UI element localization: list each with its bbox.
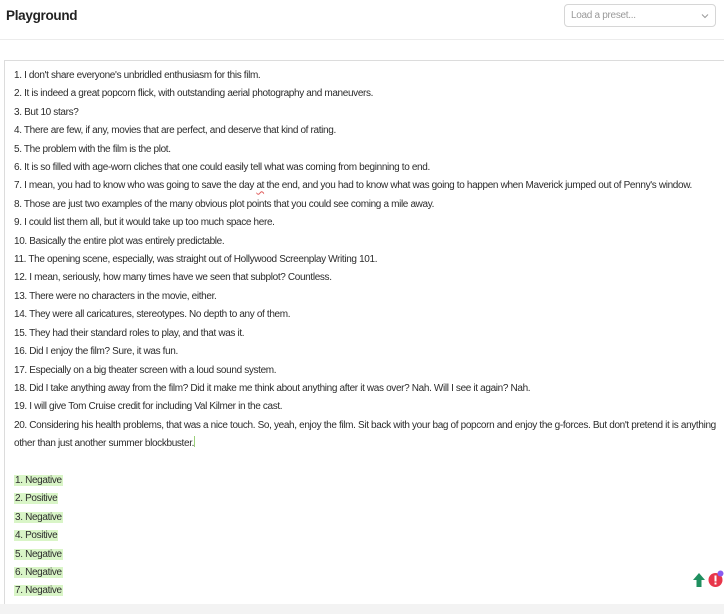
editor-line: 14. They were all caricatures, stereotyp… [14, 309, 291, 321]
result-line: 2. Positive [14, 490, 720, 508]
completion-highlight: 3. Negative [14, 511, 63, 523]
editor-line: 7. I mean, you had to know who was going… [14, 177, 720, 195]
completion-highlight: 4. Positive [14, 530, 59, 542]
editor-line: 12. I mean, seriously, how many times ha… [14, 272, 332, 284]
prompt-editor[interactable]: 1. I don't share everyone's unbridled en… [4, 60, 724, 614]
editor-line: 20. Considering his health problems, tha… [14, 417, 720, 454]
editor-line: 6. It is so filled with age-worn cliches… [14, 162, 430, 174]
editor-line: 16. Did I enjoy the film? Sure, it was f… [14, 346, 178, 358]
completion-highlight: 5. Negative [14, 548, 63, 560]
editor-line: 11. The opening scene, especially, was s… [14, 254, 378, 266]
completion-highlight: 7. Negative [14, 585, 63, 597]
completion-highlight: 1. Negative [14, 474, 63, 486]
completion-highlight: 2. Positive [14, 493, 59, 505]
editor-line: 9. I could list them all, but it would t… [14, 217, 275, 229]
result-line: 1. Negative [14, 472, 720, 490]
editor-line: 3. But 10 stars? [14, 106, 79, 118]
editor-line: 19. I will give Tom Cruise credit for in… [14, 401, 283, 413]
preset-select[interactable]: Load a preset... [564, 4, 716, 27]
editor-line: 10. Basically the entire plot was entire… [14, 235, 225, 247]
page-title: Playground [6, 8, 78, 23]
editor-line: 18. Did I take anything away from the fi… [14, 382, 531, 394]
bottom-toolbar-edge [0, 604, 724, 614]
result-line: 5. Negative [14, 546, 720, 564]
editor-line: 2. It is indeed a great popcorn flick, w… [14, 88, 374, 100]
chevron-down-icon [701, 14, 709, 19]
editor-blank-line [14, 454, 720, 472]
result-line: 3. Negative [14, 509, 720, 527]
preset-placeholder: Load a preset... [571, 10, 636, 21]
editor-content[interactable]: 1. I don't share everyone's unbridled en… [14, 67, 720, 601]
spellcheck-flagged-word[interactable]: at [256, 180, 264, 191]
notification-badge-icon[interactable] [708, 570, 724, 588]
text-cursor [194, 436, 196, 448]
result-line: 4. Positive [14, 527, 720, 545]
editor-line: 4. There are few, if any, movies that ar… [14, 125, 336, 137]
editor-line: 13. There were no characters in the movi… [14, 290, 217, 302]
editor-line: 5. The problem with the film is the plot… [14, 143, 171, 155]
editor-line-text: 20. Considering his health problems, tha… [14, 419, 716, 450]
editor-line: 15. They had their standard roles to pla… [14, 327, 245, 339]
editor-line: 17. Especially on a big theater screen w… [14, 364, 277, 376]
completion-highlight: 6. Negative [14, 566, 63, 578]
editor-line: 8. Those are just two examples of the ma… [14, 198, 435, 210]
arrow-up-icon[interactable] [692, 572, 706, 588]
result-line: 7. Negative [14, 582, 720, 600]
header-bar: Playground Load a preset... [0, 0, 724, 40]
editor-line-text: the end, and you had to know what was go… [264, 180, 693, 192]
editor-line: 1. I don't share everyone's unbridled en… [14, 70, 261, 81]
result-line: 6. Negative [14, 564, 720, 582]
editor-line-text: 7. I mean, you had to know who was going… [14, 180, 257, 192]
